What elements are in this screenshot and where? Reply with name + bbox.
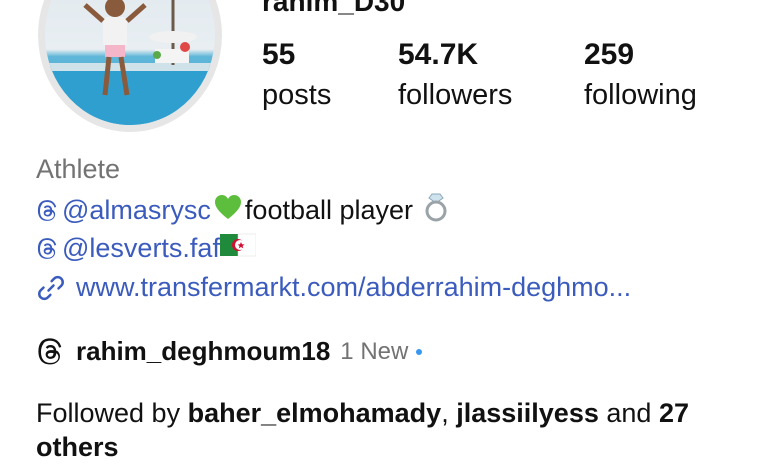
bio-text-1: football player xyxy=(244,195,414,225)
threads-badge-row[interactable]: rahim_deghmoum18 1 New xyxy=(36,336,423,367)
posts-label: posts xyxy=(262,79,332,111)
profile-username: rahim_D30 xyxy=(262,0,406,17)
profile-avatar[interactable] xyxy=(38,0,222,132)
followed-by-separator: , xyxy=(441,398,449,428)
followers-count: 54.7K xyxy=(398,38,479,71)
stat-posts[interactable]: 55 posts xyxy=(262,38,331,112)
new-indicator-dot xyxy=(416,348,423,355)
bio-mention-almasrysc[interactable]: @almasrysc xyxy=(36,195,211,226)
threads-icon xyxy=(37,199,57,221)
bio-mention-2-text: @lesverts.faf xyxy=(62,233,220,263)
stat-following[interactable]: 259 following xyxy=(584,38,697,112)
bio-mention-1-text: @almasrysc xyxy=(62,195,211,225)
threads-new-label: 1 New xyxy=(340,337,409,365)
followed-by-text[interactable]: Followed by baher_elmohamady, jlassiilye… xyxy=(36,396,756,464)
threads-icon xyxy=(38,337,62,364)
following-label: following xyxy=(584,79,697,111)
posts-count: 55 xyxy=(262,38,296,71)
mutual-follower-1[interactable]: baher_elmohamady xyxy=(188,398,442,428)
stat-followers[interactable]: 54.7K followers xyxy=(398,38,512,112)
bio-line-1: @almasrysc football player xyxy=(36,192,451,229)
algeria-flag-emoji xyxy=(219,232,257,265)
threads-icon xyxy=(37,237,57,259)
bio-link-url[interactable]: www.transfermarkt.com/abderrahim-deghmo.… xyxy=(76,272,631,303)
bio-mention-lesverts[interactable]: @lesverts.faf xyxy=(36,233,220,264)
following-count: 259 xyxy=(584,38,635,71)
green-heart-emoji xyxy=(213,193,243,228)
threads-handle: rahim_deghmoum18 xyxy=(76,336,331,366)
bio-link-row[interactable]: www.transfermarkt.com/abderrahim-deghmo.… xyxy=(36,272,631,303)
ring-emoji xyxy=(423,192,449,229)
link-icon xyxy=(38,275,64,300)
profile-category: Athlete xyxy=(36,154,121,184)
followed-by-prefix: Followed by xyxy=(36,398,181,428)
mutual-follower-2[interactable]: jlassiilyess xyxy=(456,398,599,428)
followers-label: followers xyxy=(398,79,513,111)
bio-line-2: @lesverts.faf xyxy=(36,232,258,265)
followed-by-conjunction: and xyxy=(606,398,652,428)
avatar-scene xyxy=(45,0,215,125)
avatar-photo xyxy=(45,0,215,125)
